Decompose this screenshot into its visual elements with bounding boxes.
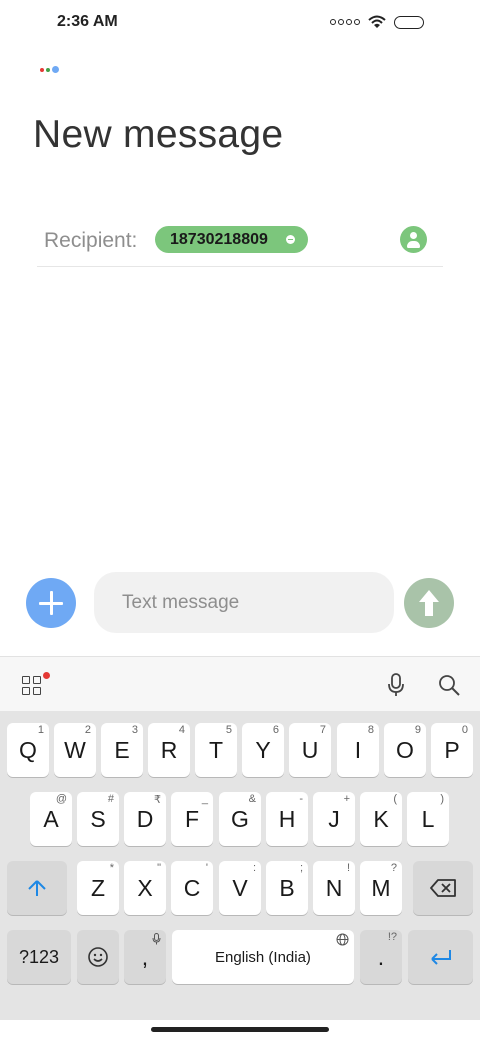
minus-circle-icon[interactable] [286,235,295,244]
key-j[interactable]: J + [313,792,355,846]
notification-dot [43,672,50,679]
emoji-icon [88,947,108,967]
key-i[interactable]: I8 [337,723,379,777]
recipient-chip[interactable]: 18730218809 [155,226,308,253]
text-message-input[interactable] [94,572,394,633]
space-key[interactable]: English (India) [172,930,354,984]
page-title: New message [33,113,284,156]
key-x[interactable]: X " [124,861,166,915]
shift-arrow-icon [28,880,46,896]
search-icon[interactable] [437,673,461,697]
key-o[interactable]: O9 [384,723,426,777]
keyboard-toolbar [0,656,480,711]
key-h[interactable]: H- [266,792,308,846]
keyboard: Q1 W2 E3 R4 T5 Y6 U7 I8 O9 P0 A @ S # D ₹ F… [0,711,480,1020]
assistant-dots-icon[interactable] [40,66,59,73]
num-sym-key[interactable]: ?123 [7,930,71,984]
battery-icon [394,15,424,29]
key-s[interactable]: S # [77,792,119,846]
recipient-label: Recipient: [44,229,138,252]
key-u[interactable]: U7 [289,723,331,777]
key-z[interactable]: Z * [77,861,119,915]
key-n[interactable]: N! [313,861,355,915]
arrow-up-icon [419,590,439,616]
key-p[interactable]: P0 [431,723,473,777]
comma-key[interactable]: , [124,930,166,984]
emoji-key[interactable] [77,930,119,984]
key-l[interactable]: L) [407,792,449,846]
backspace-key[interactable] [413,861,473,915]
status-bar: 2:36 AM [0,0,480,44]
microphone-small-icon [152,933,161,945]
key-v[interactable]: V: [219,861,261,915]
key-m[interactable]: M? [360,861,402,915]
send-button[interactable] [404,578,454,628]
key-f[interactable]: F _ [171,792,213,846]
backspace-icon [430,879,456,897]
key-r[interactable]: R4 [148,723,190,777]
enter-key[interactable] [408,930,473,984]
status-icons [330,13,424,31]
add-attachment-button[interactable] [26,578,76,628]
key-d[interactable]: D ₹ [124,792,166,846]
recipient-row: Recipient: 18730218809 [37,214,443,267]
person-icon[interactable] [400,226,427,253]
key-a[interactable]: A @ [30,792,72,846]
key-k[interactable]: K( [360,792,402,846]
globe-icon [336,933,349,946]
microphone-icon[interactable] [386,672,406,698]
key-w[interactable]: W2 [54,723,96,777]
home-indicator[interactable] [151,1027,329,1032]
key-b[interactable]: B; [266,861,308,915]
wifi-icon [368,15,386,28]
status-time: 2:36 AM [57,13,118,30]
key-q[interactable]: Q1 [7,723,49,777]
nav-bar [0,1020,480,1040]
signal-icon [330,19,360,25]
key-c[interactable]: C ' [171,861,213,915]
key-t[interactable]: T5 [195,723,237,777]
enter-icon [430,950,451,965]
shift-key[interactable] [7,861,67,915]
key-e[interactable]: E3 [101,723,143,777]
recipient-number: 18730218809 [170,230,268,248]
apps-grid-icon[interactable] [22,676,42,696]
key-y[interactable]: Y6 [242,723,284,777]
key-g[interactable]: G & [219,792,261,846]
period-key[interactable]: .!? [360,930,402,984]
